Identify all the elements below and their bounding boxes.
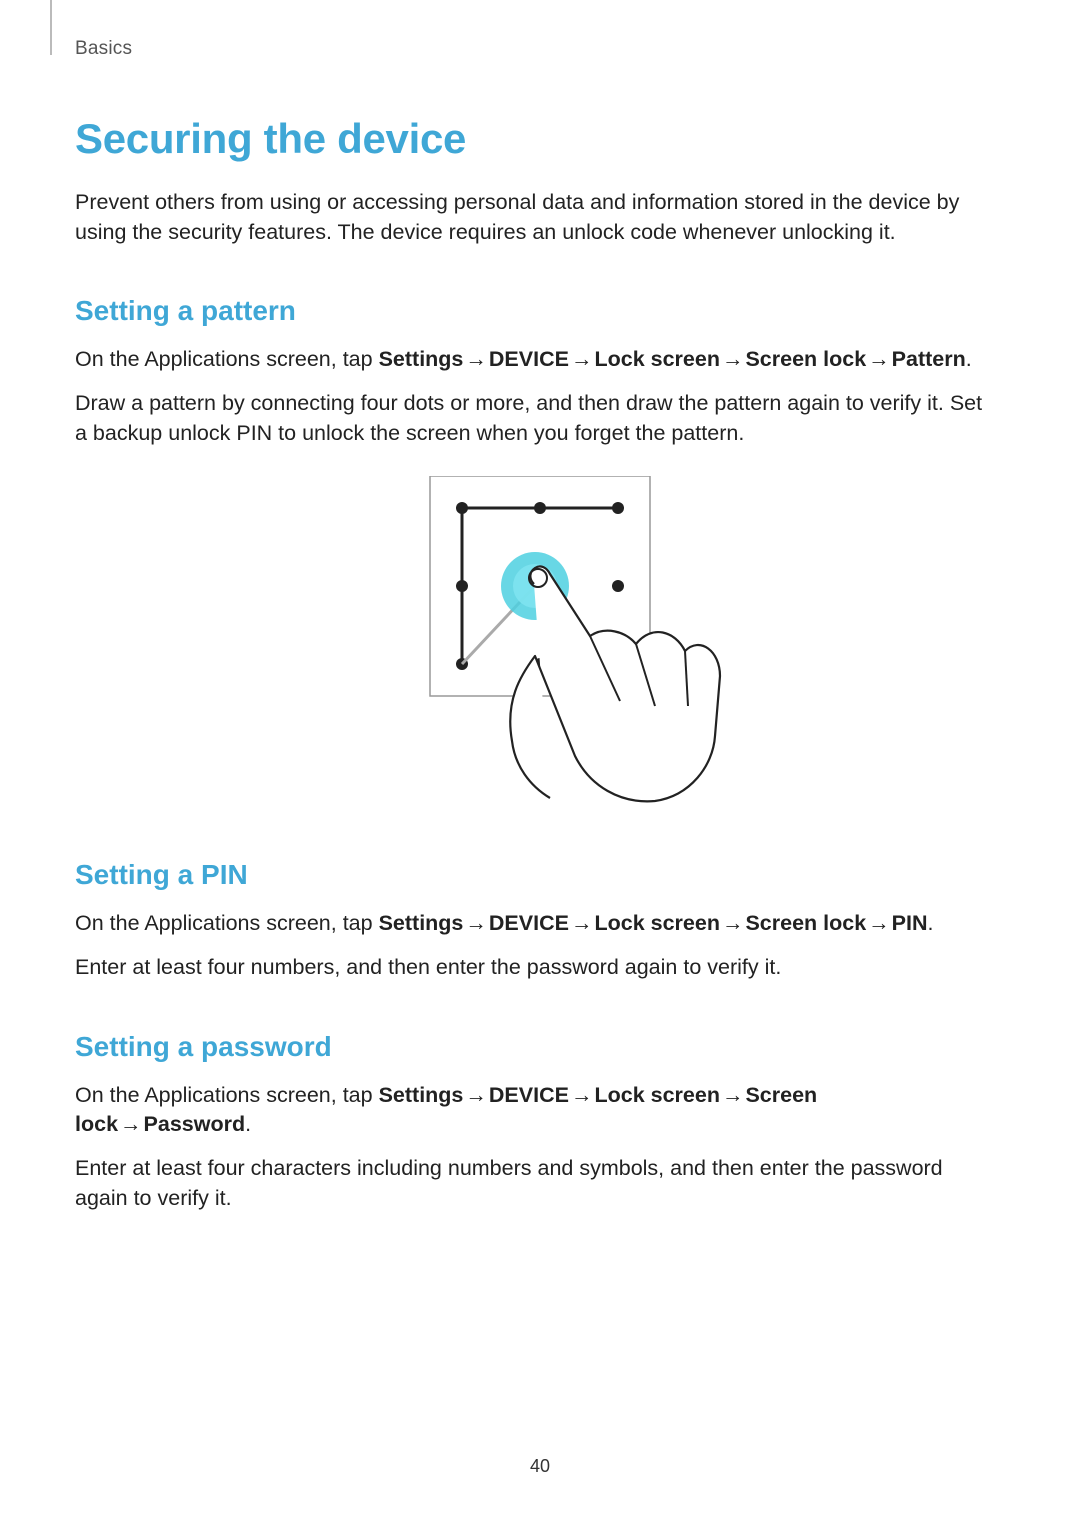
pin-path-text: On the Applications screen, tap Settings… xyxy=(75,909,990,939)
bold-settings: Settings xyxy=(379,1083,464,1107)
bold-lockscreen: Lock screen xyxy=(594,1083,719,1107)
text-fragment: On the Applications screen, tap xyxy=(75,911,379,935)
arrow-icon: → xyxy=(720,911,746,935)
period: . xyxy=(966,347,972,371)
arrow-icon: → xyxy=(118,1112,144,1136)
arrow-icon: → xyxy=(463,347,489,371)
pattern-illustration xyxy=(420,476,645,791)
bold-lockscreen: Lock screen xyxy=(594,911,719,935)
bold-password: Password xyxy=(144,1112,246,1136)
bold-device: DEVICE xyxy=(489,1083,569,1107)
page-content: Basics Securing the device Prevent other… xyxy=(0,0,1080,1213)
bold-settings: Settings xyxy=(379,911,464,935)
arrow-icon: → xyxy=(866,347,892,371)
pattern-path-text: On the Applications screen, tap Settings… xyxy=(75,345,990,375)
section-heading-pattern: Setting a pattern xyxy=(75,295,990,327)
section-heading-password: Setting a password xyxy=(75,1031,990,1063)
arrow-icon: → xyxy=(866,911,892,935)
bold-screenlock: Screen lock xyxy=(745,347,866,371)
period: . xyxy=(928,911,934,935)
bold-device: DEVICE xyxy=(489,347,569,371)
arrow-icon: → xyxy=(463,911,489,935)
text-fragment: On the Applications screen, tap xyxy=(75,347,379,371)
pattern-drawing-icon xyxy=(420,476,730,806)
arrow-icon: → xyxy=(463,1083,489,1107)
arrow-icon: → xyxy=(569,911,595,935)
section-heading-pin: Setting a PIN xyxy=(75,859,990,891)
bold-lockscreen: Lock screen xyxy=(594,347,719,371)
page-title: Securing the device xyxy=(75,115,990,163)
intro-text: Prevent others from using or accessing p… xyxy=(75,188,990,247)
arrow-icon: → xyxy=(569,347,595,371)
bold-settings: Settings xyxy=(379,347,464,371)
pattern-illustration-container xyxy=(75,476,990,791)
pattern-body-text: Draw a pattern by connecting four dots o… xyxy=(75,389,990,448)
pin-body-text: Enter at least four numbers, and then en… xyxy=(75,953,990,983)
breadcrumb: Basics xyxy=(75,38,990,60)
bold-pin: PIN xyxy=(892,911,928,935)
password-body-text: Enter at least four characters including… xyxy=(75,1154,990,1213)
arrow-icon: → xyxy=(720,1083,746,1107)
arrow-icon: → xyxy=(569,1083,595,1107)
bold-pattern: Pattern xyxy=(892,347,966,371)
period: . xyxy=(245,1112,251,1136)
page-left-border xyxy=(50,0,52,55)
bold-screenlock: Screen lock xyxy=(745,911,866,935)
text-fragment: On the Applications screen, tap xyxy=(75,1083,379,1107)
arrow-icon: → xyxy=(720,347,746,371)
password-path-text: On the Applications screen, tap Settings… xyxy=(75,1081,990,1140)
bold-device: DEVICE xyxy=(489,911,569,935)
page-number: 40 xyxy=(0,1456,1080,1477)
